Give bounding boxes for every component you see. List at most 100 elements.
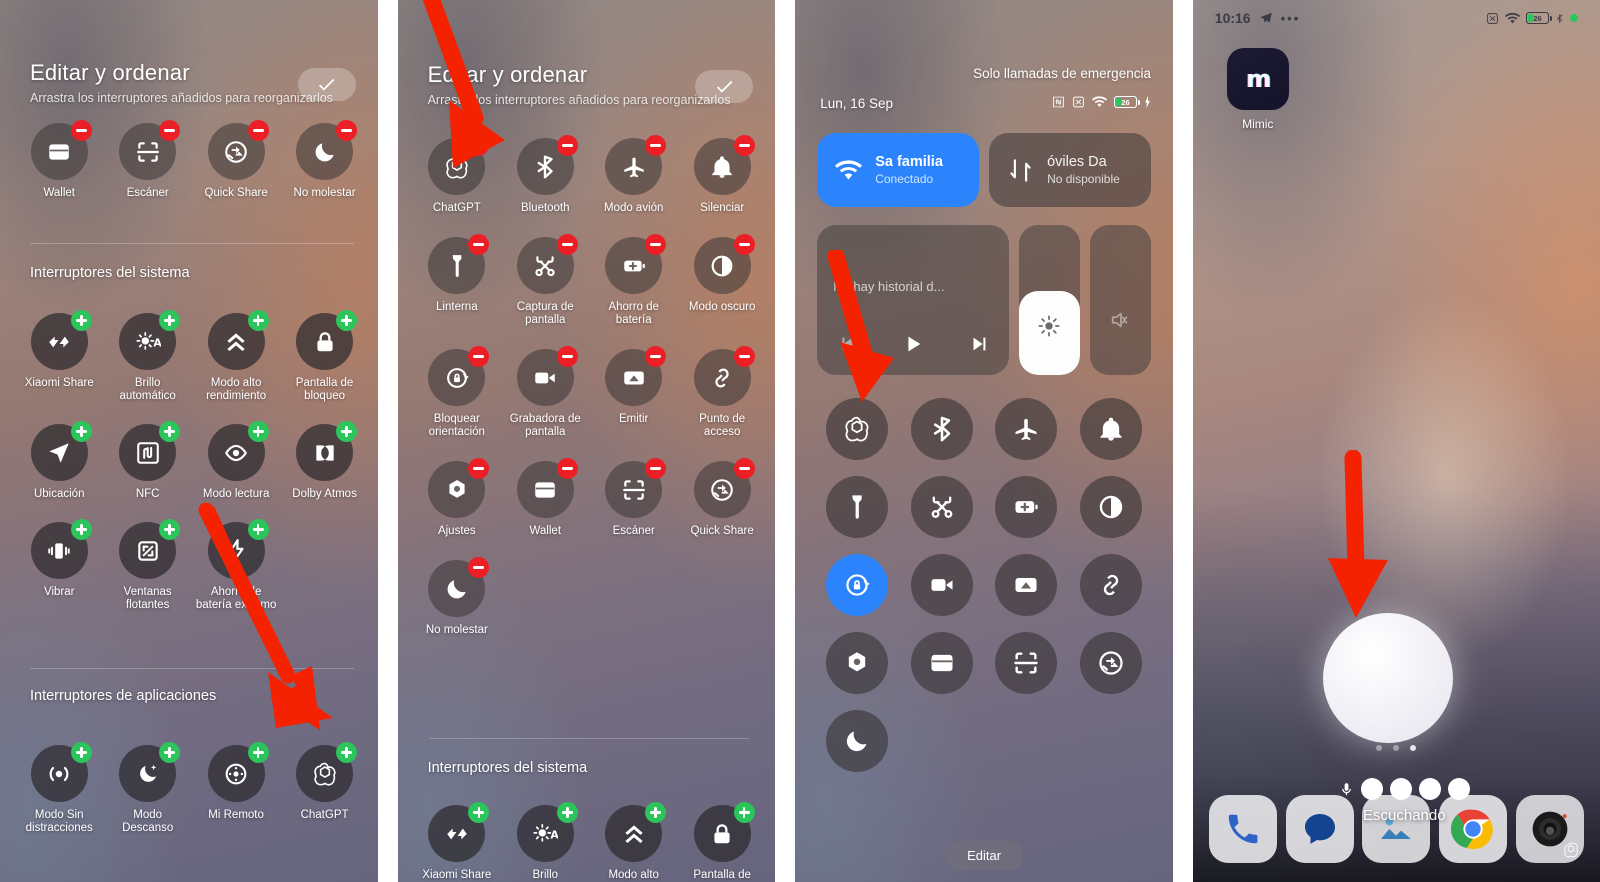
quick-toggle[interactable] [826, 476, 889, 538]
add-badge[interactable] [556, 802, 578, 823]
switch-icon-circle[interactable] [693, 135, 755, 195]
switch-icon-circle[interactable] [693, 346, 755, 406]
switch-tile[interactable]: Captura de pantalla [504, 234, 586, 327]
remove-badge[interactable] [247, 120, 269, 141]
switch-icon-circle[interactable] [207, 120, 269, 180]
switch-icon-circle[interactable] [119, 421, 181, 481]
switch-tile[interactable]: NFC [106, 421, 188, 501]
add-badge[interactable] [70, 742, 92, 763]
add-badge[interactable] [70, 310, 92, 331]
remove-badge[interactable] [159, 120, 181, 141]
switch-icon-circle[interactable] [516, 135, 578, 195]
quick-toggle[interactable] [826, 398, 889, 460]
remove-badge[interactable] [733, 234, 755, 255]
switch-icon-circle[interactable] [428, 802, 490, 862]
switch-icon-circle[interactable] [605, 346, 667, 406]
switch-tile[interactable]: A Brillo automático [504, 802, 586, 882]
switch-icon-circle[interactable] [296, 742, 358, 802]
switch-tile[interactable]: No molestar [283, 120, 365, 200]
assistant-orb[interactable] [1322, 613, 1453, 743]
quick-toggle[interactable] [1079, 476, 1142, 538]
mobile-data-tile[interactable]: óviles Da No disponible [989, 133, 1151, 207]
add-badge[interactable] [159, 310, 181, 331]
switch-tile[interactable]: Quick Share [681, 458, 763, 538]
switch-icon-circle[interactable] [119, 742, 181, 802]
switch-tile[interactable]: Vibrar [18, 519, 100, 612]
quick-toggle[interactable] [910, 398, 973, 460]
switch-tile[interactable]: Pantalla de bloqueo [681, 802, 763, 882]
brightness-slider[interactable] [1019, 225, 1080, 375]
switch-icon-circle[interactable] [30, 120, 92, 180]
done-button[interactable] [695, 70, 754, 103]
page-dot-active[interactable] [1410, 745, 1417, 751]
quick-toggle[interactable] [1079, 554, 1142, 616]
add-badge[interactable] [247, 310, 269, 331]
add-badge[interactable] [336, 742, 358, 763]
switch-tile[interactable]: Modo Sin distracciones [18, 742, 100, 835]
switch-icon-circle[interactable] [428, 346, 490, 406]
switch-icon-circle[interactable]: A [516, 802, 578, 862]
media-card[interactable]: No hay historial d... [817, 225, 1009, 375]
switch-tile[interactable]: Pantalla de bloqueo [283, 310, 365, 403]
switch-icon-circle[interactable] [516, 234, 578, 294]
switch-icon-circle[interactable] [207, 742, 269, 802]
switch-tile[interactable]: Wallet [504, 458, 586, 538]
switch-tile[interactable]: Bloquear orientación [416, 346, 498, 439]
switch-tile[interactable]: Wallet [18, 120, 100, 200]
remove-badge[interactable] [645, 346, 667, 367]
switch-tile[interactable]: ChatGPT [416, 135, 498, 215]
remove-badge[interactable] [468, 135, 490, 156]
switch-tile[interactable]: A Brillo automático [106, 310, 188, 403]
add-badge[interactable] [336, 421, 358, 442]
switch-icon-circle[interactable] [516, 346, 578, 406]
switch-icon-circle[interactable]: A [119, 310, 181, 370]
switch-icon-circle[interactable] [605, 802, 667, 862]
switch-tile[interactable]: Silenciar [681, 135, 763, 215]
remove-badge[interactable] [468, 557, 490, 578]
quick-toggle[interactable] [910, 632, 973, 694]
switch-icon-circle[interactable] [605, 458, 667, 518]
app-icon-mimic[interactable]: m m m Mimic [1215, 48, 1301, 131]
remove-badge[interactable] [336, 120, 358, 141]
add-badge[interactable] [159, 742, 181, 763]
switch-icon-circle[interactable] [428, 557, 490, 617]
switch-tile[interactable]: Ajustes [416, 458, 498, 538]
switch-tile[interactable]: Mi Remoto [195, 742, 277, 835]
switch-icon-circle[interactable] [605, 234, 667, 294]
quick-toggle[interactable] [910, 476, 973, 538]
switch-tile[interactable]: Escáner [106, 120, 188, 200]
remove-badge[interactable] [645, 135, 667, 156]
add-badge[interactable] [468, 802, 490, 823]
add-badge[interactable] [645, 802, 667, 823]
quick-toggle[interactable] [995, 398, 1058, 460]
switch-icon-circle[interactable] [296, 421, 358, 481]
remove-badge[interactable] [468, 458, 490, 479]
remove-badge[interactable] [556, 458, 578, 479]
add-badge[interactable] [159, 519, 181, 540]
remove-badge[interactable] [468, 234, 490, 255]
switch-icon-circle[interactable] [428, 234, 490, 294]
switch-tile[interactable]: Ventanas flotantes [106, 519, 188, 612]
switch-tile[interactable]: Modo alto rendimiento [195, 310, 277, 403]
dock-phone[interactable] [1208, 795, 1277, 863]
volume-slider[interactable] [1089, 225, 1151, 375]
switch-tile[interactable]: Modo alto rendimiento [592, 802, 674, 882]
switch-tile[interactable]: Modo oscuro [681, 234, 763, 327]
switch-tile[interactable]: Dolby Atmos [283, 421, 365, 501]
remove-badge[interactable] [645, 458, 667, 479]
switch-icon-circle[interactable] [428, 135, 490, 195]
add-badge[interactable] [247, 421, 269, 442]
switch-tile[interactable]: No molestar [416, 557, 498, 637]
switch-tile[interactable]: Modo Descanso [106, 742, 188, 835]
add-badge[interactable] [70, 421, 92, 442]
next-icon[interactable] [968, 333, 990, 355]
quick-toggle[interactable] [1079, 632, 1142, 694]
play-icon[interactable] [902, 333, 924, 355]
remove-badge[interactable] [733, 135, 755, 156]
remove-badge[interactable] [70, 120, 92, 141]
quick-toggle[interactable] [826, 710, 889, 772]
switch-icon-circle[interactable] [207, 519, 269, 579]
page-dot[interactable] [1393, 745, 1400, 751]
quick-toggle[interactable] [995, 476, 1058, 538]
add-badge[interactable] [247, 742, 269, 763]
